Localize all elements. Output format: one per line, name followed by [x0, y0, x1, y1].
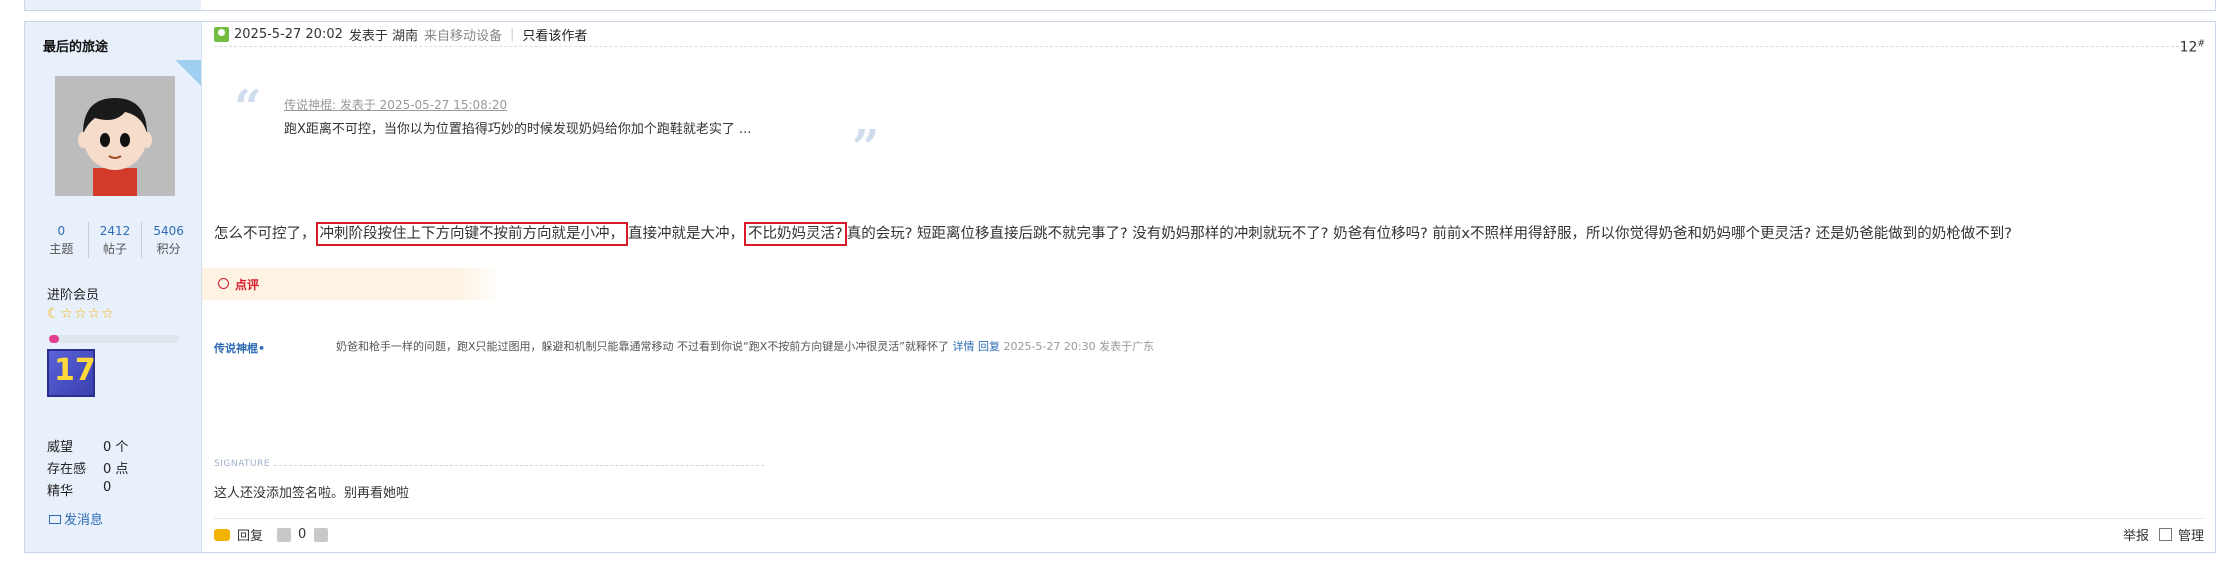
quote-open-icon: “: [234, 80, 262, 136]
highlight-box: 不比奶妈灵活?: [744, 222, 847, 246]
info-digest: 精华 0: [47, 480, 111, 499]
rank-progress-fill: [49, 335, 60, 343]
thumbs-up-icon[interactable]: [277, 527, 292, 542]
previous-post-sidebar: [25, 0, 201, 10]
signature-divider: [274, 465, 764, 466]
info-value: 0: [103, 480, 112, 495]
stat-label: 主题: [49, 242, 74, 256]
comment-text: 奶爸和枪手一样的问题，跑X只能过图用，躲避和机制只能靠通常移动 不过看到你说“跑…: [336, 340, 949, 353]
envelope-icon: [49, 515, 61, 524]
author-stats: 0 主题 2412 帖子 5406 积分: [35, 222, 195, 258]
body-part: 直接冲就是大冲，: [628, 226, 744, 242]
post-footer: 回复 0 举报 管理: [214, 518, 2204, 544]
floor-value: 12: [2179, 39, 2198, 56]
corner-tag-icon: [175, 60, 201, 86]
info-presence: 存在感 0 点: [47, 458, 128, 477]
stat-posts[interactable]: 2412 帖子: [87, 222, 142, 258]
rank-stars-icon: ☾☆☆☆☆: [47, 306, 115, 322]
manage-checkbox[interactable]: [2158, 528, 2172, 541]
stat-value: 0: [57, 224, 66, 238]
header-separator: |: [510, 26, 515, 42]
quote-block: “ 传说神棍: 发表于 2025-05-27 15:08:20 跑X距离不可控，…: [234, 80, 1134, 176]
comment-body: 奶爸和枪手一样的问题，跑X只能过图用，躲避和机制只能靠通常移动 不过看到你说“跑…: [336, 338, 1154, 354]
report-link[interactable]: 举报: [2123, 525, 2149, 544]
info-prestige: 威望 0 个: [47, 436, 128, 455]
comment-reply-link[interactable]: 回复: [978, 340, 1000, 353]
rating-label[interactable]: 点评: [235, 276, 259, 293]
badge-number: 17: [54, 353, 96, 388]
signature-text: 这人还没添加签名啦。别再看她啦: [214, 486, 410, 501]
quote-close-icon: ”: [852, 120, 880, 176]
footer-actions: 回复 0: [214, 525, 329, 544]
reply-icon[interactable]: [214, 528, 230, 541]
info-label: 威望: [47, 440, 74, 455]
stat-label: 积分: [156, 242, 181, 256]
member-rank: 进阶会员: [47, 288, 100, 303]
like-count: 0: [298, 527, 307, 542]
comment-user-name: 传说神棍: [214, 342, 258, 355]
stat-threads[interactable]: 0 主题: [35, 222, 88, 258]
post-content: 2025-5-27 20:02 发表于 湖南 来自移动设备 | 只看该作者 12…: [202, 22, 2215, 552]
medal-badge-icon[interactable]: 17: [47, 349, 96, 397]
post-body: 怎么不可控了， 冲刺阶段按住上下方向键不按前方向就是小冲， 直接冲就是大冲， 不比奶妈…: [214, 220, 2012, 248]
post-via: 来自移动设备: [424, 28, 503, 44]
signature-label: SIGNATURE: [214, 459, 271, 469]
floor-sup: #: [2197, 39, 2205, 49]
body-part: 真的会玩? 短距离位移直接后跳不就完事了? 没有奶妈那样的冲刺就玩不了? 奶爸有…: [846, 226, 2012, 242]
info-value: 0 点: [103, 462, 129, 477]
rating-bar: 点评: [202, 268, 502, 300]
rank-progress-bar: [49, 335, 179, 343]
thumbs-down-icon[interactable]: [314, 527, 329, 542]
online-user-icon: [214, 26, 229, 42]
avatar-cartoon-icon: [55, 76, 175, 196]
comment-time: 2025-5-27 20:30 发表于广东: [1003, 340, 1155, 353]
quote-meta-link[interactable]: 传说神棍: 发表于 2025-05-27 15:08:20: [284, 96, 507, 113]
stat-points[interactable]: 5406 积分: [141, 222, 195, 258]
info-label: 存在感: [47, 462, 87, 477]
rating-circle-icon: [218, 278, 229, 289]
author-sidebar: 最后的旅途 0 主题 2412 帖子 5406 积分 进阶会员 ☾☆☆☆☆ 17…: [25, 22, 202, 552]
author-only-link[interactable]: 只看该作者: [522, 25, 587, 44]
post-time: 2025-5-27 20:02: [234, 26, 343, 42]
quote-text: 跑X距离不可控，当你以为位置掐得巧妙的时候发现奶妈给你加个跑鞋就老实了 ...: [284, 122, 752, 137]
info-value: 0 个: [103, 440, 129, 455]
author-username[interactable]: 最后的旅途: [43, 36, 108, 55]
manage-label[interactable]: 管理: [2178, 525, 2204, 544]
comment-user[interactable]: 传说神棍•: [214, 340, 265, 356]
stat-value: 2412: [99, 224, 131, 238]
reply-button[interactable]: 回复: [237, 525, 263, 544]
stat-label: 帖子: [103, 242, 128, 256]
send-message-label: 发消息: [64, 513, 104, 528]
highlight-box: 冲刺阶段按住上下方向键不按前方向就是小冲，: [315, 222, 628, 246]
forum-post: 最后的旅途 0 主题 2412 帖子 5406 积分 进阶会员 ☾☆☆☆☆ 17…: [24, 21, 2216, 553]
footer-admin: 举报 管理: [2123, 525, 2204, 544]
body-part: 怎么不可控了，: [214, 226, 316, 242]
previous-post-bottom: [24, 0, 2216, 11]
stat-value: 5406: [153, 224, 184, 238]
comment-detail-link[interactable]: 详情: [952, 340, 974, 353]
send-message-link[interactable]: 发消息: [49, 509, 103, 528]
post-location: 发表于 湖南: [348, 28, 419, 44]
floor-number[interactable]: 12#: [2180, 39, 2205, 56]
avatar[interactable]: [55, 76, 175, 196]
info-label: 精华: [47, 484, 74, 499]
post-header: 2025-5-27 20:02 发表于 湖南 来自移动设备 | 只看该作者: [214, 22, 2204, 47]
